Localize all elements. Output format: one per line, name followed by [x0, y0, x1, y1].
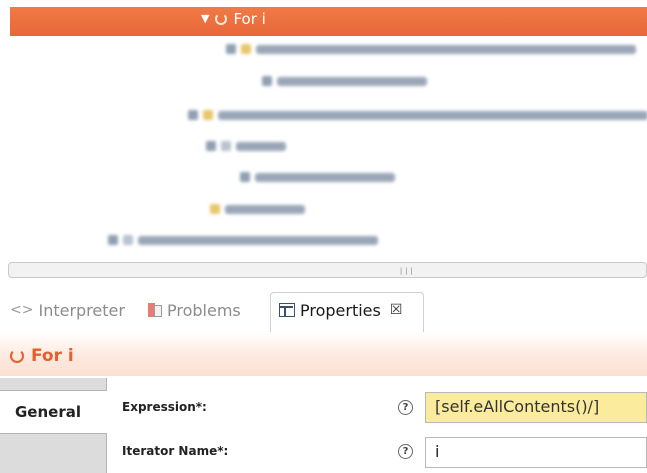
tab-interpreter[interactable]: <> Interpreter: [10, 292, 125, 328]
tree-row-blurred[interactable]: [226, 42, 636, 56]
side-tab-label: General: [15, 403, 81, 421]
close-tab-icon[interactable]: ☒: [390, 302, 403, 318]
properties-title-text: For i: [31, 346, 74, 366]
tab-label: Interpreter: [38, 300, 125, 320]
properties-icon: [279, 303, 295, 317]
scroll-grip-icon[interactable]: |||: [399, 267, 415, 275]
tree-row-selected-label[interactable]: ▼ For i: [201, 10, 266, 28]
tree-row-blurred[interactable]: [188, 108, 647, 122]
expand-triangle-icon[interactable]: ▼: [201, 10, 209, 28]
tree-row-label: For i: [233, 10, 266, 28]
tree-row-selected[interactable]: [10, 7, 647, 36]
tab-properties[interactable]: Properties ☒: [279, 292, 402, 328]
problems-icon: [148, 303, 162, 317]
help-icon[interactable]: ?: [398, 444, 413, 459]
tree-row-blurred[interactable]: [210, 202, 305, 216]
side-tab-general[interactable]: General: [0, 390, 107, 434]
iterator-name-field[interactable]: i: [425, 437, 647, 468]
tree-row-blurred[interactable]: [240, 170, 395, 184]
iterator-name-label: Iterator Name*:: [122, 444, 229, 458]
tab-label: Problems: [167, 300, 241, 320]
tree-row-blurred[interactable]: [206, 139, 286, 153]
expression-label: Expression*:: [122, 400, 207, 414]
properties-form: Expression*: ? [self.eAllContents()/] It…: [107, 378, 647, 473]
outline-tree: ▼ For i: [0, 0, 647, 262]
interpreter-icon: <>: [10, 302, 34, 318]
horizontal-scrollbar[interactable]: |||: [8, 262, 647, 278]
help-icon[interactable]: ?: [398, 400, 413, 415]
properties-side-tabs: General: [0, 378, 107, 473]
tree-row-blurred[interactable]: [262, 74, 427, 88]
properties-title: For i: [10, 346, 74, 366]
tab-label: Properties: [300, 300, 381, 320]
tab-problems[interactable]: Problems: [148, 292, 241, 328]
properties-header: [0, 332, 647, 376]
loop-icon: [10, 349, 24, 363]
expression-field[interactable]: [self.eAllContents()/]: [425, 392, 647, 423]
loop-icon: [215, 13, 228, 25]
tree-row-blurred[interactable]: [108, 233, 378, 247]
